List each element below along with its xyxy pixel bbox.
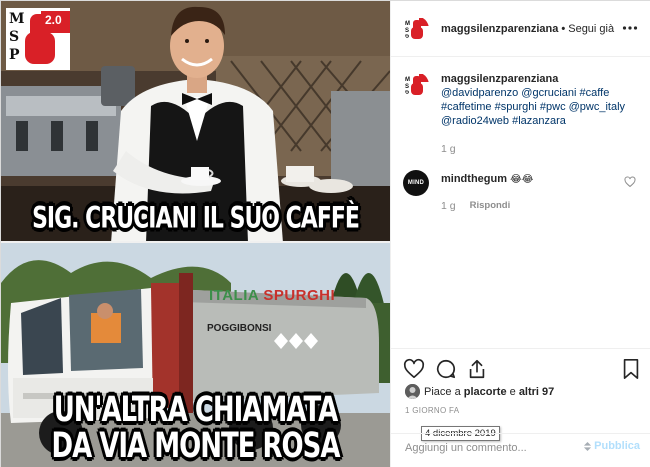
caption-tag[interactable]: #lazanzara xyxy=(512,115,566,127)
comment-emoji: 😂😂 xyxy=(510,174,534,185)
msp-logo: M S P 2.0 xyxy=(6,8,70,70)
liker-avatar[interactable] xyxy=(405,384,420,399)
caption-time-link[interactable]: 1 g xyxy=(441,142,456,156)
likes-prefix: Piace a xyxy=(424,385,461,398)
add-comment-input[interactable] xyxy=(405,442,585,454)
svg-text:P: P xyxy=(405,91,409,97)
meme-caption-top: SIG. CRUCIANI IL SUO CAFFÈ xyxy=(32,201,360,236)
truck-brand: ITALIA SPURGHI xyxy=(209,287,335,304)
heart-icon[interactable] xyxy=(403,358,425,380)
likes-summary: Piace a placorte e altri 97 xyxy=(405,384,554,399)
comment-icon[interactable] xyxy=(435,358,457,380)
comment-like-heart-icon[interactable] xyxy=(624,176,636,188)
comments-section: M S P maggsilenzparenziana @davidparenzo… xyxy=(391,58,650,348)
logo-letter-m: M xyxy=(9,11,25,27)
add-comment-bar: Pubblica xyxy=(391,433,650,467)
person-avatar-icon xyxy=(405,384,420,399)
meme-panel-bottom: ITALIA SPURGHI POGGIBONSI UN'ALTRA CHIAM… xyxy=(1,243,390,467)
up-down-arrows-icon xyxy=(584,441,592,451)
logo-version: 2.0 xyxy=(45,13,62,27)
svg-text:M: M xyxy=(405,21,410,27)
meme-caption-bottom-line2: DA VIA MONTE ROSA xyxy=(51,425,341,467)
commenter-avatar[interactable]: MIND xyxy=(403,170,429,196)
post-timestamp[interactable]: 1 giorno fa xyxy=(405,406,459,415)
caption-username-link[interactable]: maggsilenzparenziana xyxy=(441,73,558,85)
meme-panel-top: M S P 2.0 SIG. CRUCIANI IL SUO CAFFÈ xyxy=(1,1,390,243)
liker-username-link[interactable]: placorte xyxy=(464,386,507,398)
caption-tag[interactable]: @pwc_italy xyxy=(569,101,625,113)
author-avatar[interactable]: M S P xyxy=(403,15,429,42)
instagram-post: M S P 2.0 SIG. CRUCIANI IL SUO CAFFÈ ITA… xyxy=(0,0,650,467)
caption-tag[interactable]: @radio24web xyxy=(441,115,509,127)
svg-text:S: S xyxy=(405,28,409,34)
header-separator: • xyxy=(561,22,566,35)
commenter-avatar-text: MIND xyxy=(407,180,425,186)
author-username-link[interactable]: maggsilenzparenziana xyxy=(441,23,558,35)
likes-others-link[interactable]: altri 97 xyxy=(519,386,554,398)
post-image[interactable]: M S P 2.0 SIG. CRUCIANI IL SUO CAFFÈ ITA… xyxy=(1,1,390,467)
action-bar xyxy=(391,348,650,388)
svg-text:S: S xyxy=(405,84,409,90)
publish-button[interactable]: Pubblica xyxy=(583,440,640,452)
caption-tag[interactable]: @davidparenzo xyxy=(441,87,518,99)
likes-conjunction: e xyxy=(509,385,516,398)
logo-letter-s: S xyxy=(9,29,20,45)
post-header: M S P maggsilenzparenziana • Segui già xyxy=(391,1,650,57)
caption-text: maggsilenzparenziana @davidparenzo @gcru… xyxy=(441,72,631,156)
following-button[interactable]: Segui già xyxy=(568,23,614,35)
msp-avatar-icon: M S P xyxy=(403,72,429,98)
caption-tag[interactable]: @gcruciani xyxy=(521,87,576,99)
reply-button[interactable]: Rispondi xyxy=(470,199,511,213)
caption-tag[interactable]: #caffe xyxy=(580,87,610,99)
post-sidebar: M S P maggsilenzparenziana • Segui già M… xyxy=(390,1,650,467)
caption-tag[interactable]: #pwc xyxy=(540,101,566,113)
truck-city: POGGIBONSI xyxy=(207,323,272,334)
more-horizontal-icon[interactable] xyxy=(622,20,638,36)
commenter-username-link[interactable]: mindthegum xyxy=(441,173,507,185)
msp-avatar-icon: M S P xyxy=(403,15,429,42)
meme-caption-bottom-line1: UN'ALTRA CHIAMATA xyxy=(53,389,339,431)
comment-entry: MIND mindthegum 😂😂 1 g Rispondi xyxy=(403,170,640,213)
comment-time-link[interactable]: 1 g xyxy=(441,199,456,213)
caption-entry: M S P maggsilenzparenziana @davidparenzo… xyxy=(403,72,640,156)
bookmark-icon[interactable] xyxy=(620,358,642,380)
share-icon[interactable] xyxy=(466,358,488,380)
publish-label: Pubblica xyxy=(594,440,640,452)
svg-text:P: P xyxy=(405,35,409,41)
caption-tag[interactable]: #caffetime xyxy=(441,101,492,113)
truck-brand-word-1: ITALIA xyxy=(209,287,259,304)
caption-author-avatar[interactable]: M S P xyxy=(403,72,429,98)
comment-text: mindthegum 😂😂 1 g Rispondi xyxy=(441,170,631,213)
logo-letter-p: P xyxy=(9,47,20,63)
truck-brand-word-2: SPURGHI xyxy=(263,287,336,304)
svg-text:M: M xyxy=(405,77,410,83)
caption-tag[interactable]: #spurghi xyxy=(495,101,537,113)
